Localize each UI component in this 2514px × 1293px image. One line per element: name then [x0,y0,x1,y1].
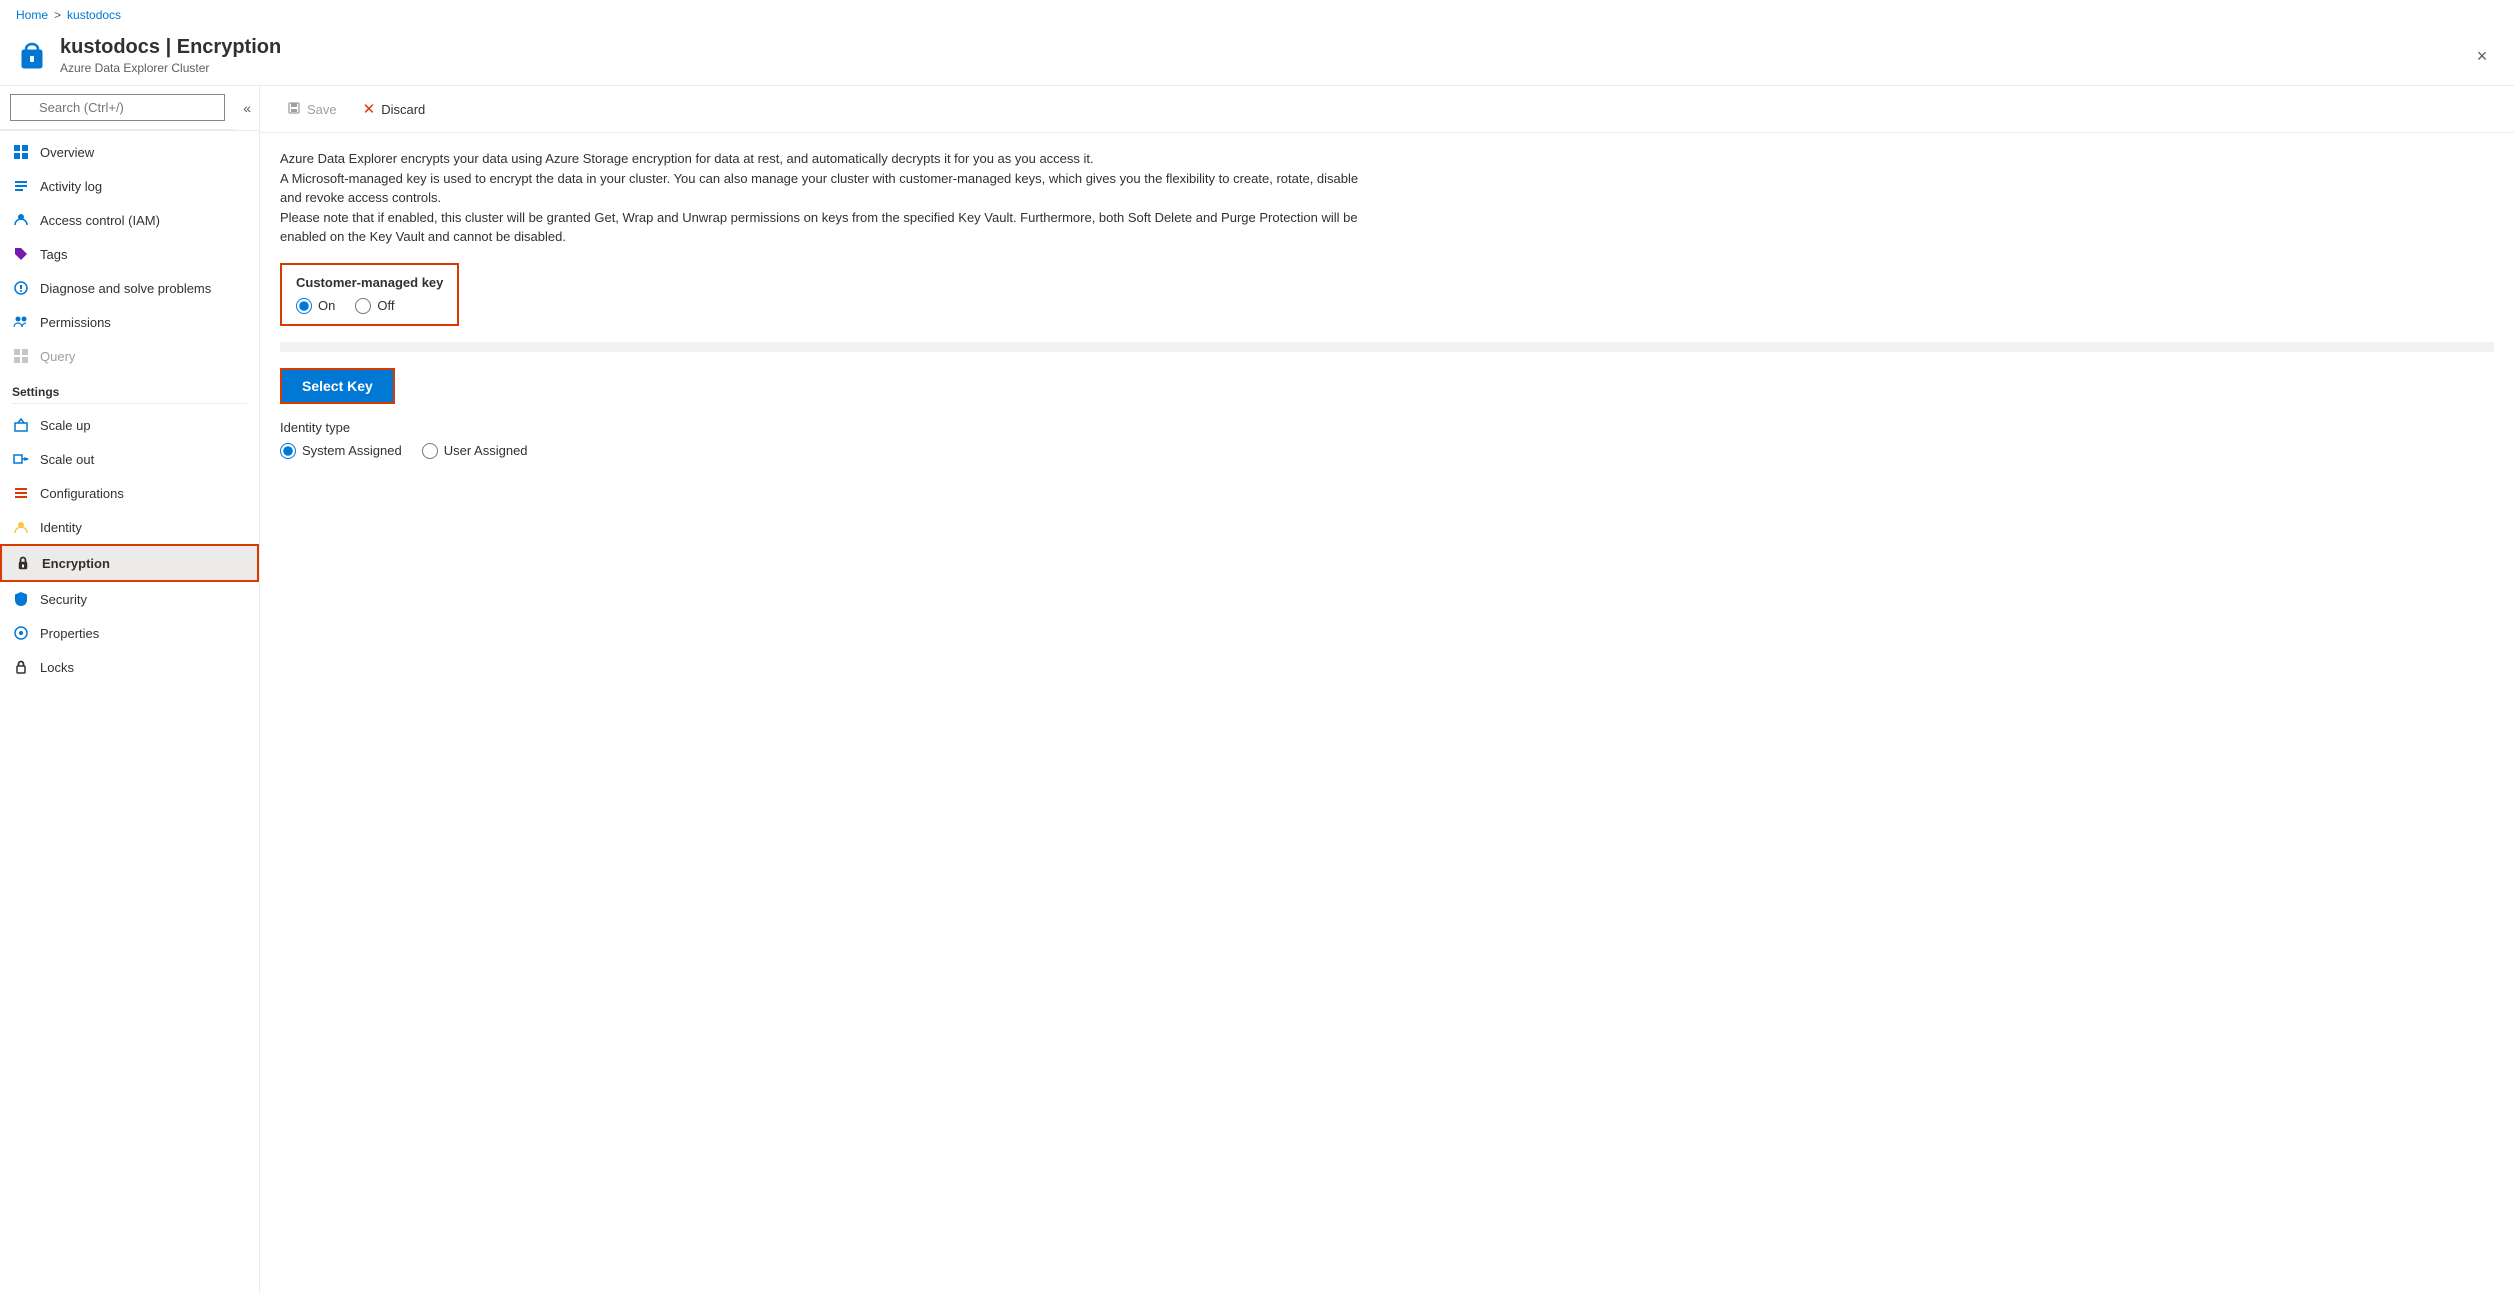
discard-button[interactable]: ✕ Discard [352,94,437,124]
scale-out-icon [12,450,30,468]
settings-section-label: Settings [0,373,259,403]
sidebar-item-locks[interactable]: Locks [0,650,259,684]
sidebar-item-overview[interactable]: Overview [0,135,259,169]
separator [280,342,2494,352]
select-key-button[interactable]: Select Key [280,368,395,404]
locks-icon [12,658,30,676]
sidebar-item-query-label: Query [40,349,75,364]
collapse-sidebar-button[interactable]: « [235,96,259,120]
save-button[interactable]: Save [276,95,348,124]
main-layout: 🔍 « Overview Activity log [0,86,2514,1293]
sidebar-item-configurations-label: Configurations [40,486,124,501]
sidebar-item-access-control[interactable]: Access control (IAM) [0,203,259,237]
access-control-icon [12,211,30,229]
sidebar-item-identity-label: Identity [40,520,82,535]
sidebar-item-permissions[interactable]: Permissions [0,305,259,339]
breadcrumb-home[interactable]: Home [16,8,48,22]
user-assigned-label: User Assigned [444,443,528,458]
page-title: kustodocs | Encryption [60,36,281,59]
sidebar-item-scale-out[interactable]: Scale out [0,442,259,476]
sidebar-item-identity[interactable]: Identity [0,510,259,544]
cmk-off-radio[interactable] [355,298,371,314]
sidebar-item-scale-up-label: Scale up [40,418,91,433]
security-icon [12,590,30,608]
page-subtitle: Azure Data Explorer Cluster [60,61,281,75]
configurations-icon [12,484,30,502]
search-input[interactable] [10,94,225,121]
close-button[interactable]: × [2466,40,2498,72]
scale-up-icon [12,416,30,434]
content-body: Azure Data Explorer encrypts your data u… [260,133,2514,1293]
sidebar-item-tags-label: Tags [40,247,67,262]
toolbar: Save ✕ Discard [260,86,2514,133]
activity-log-icon [12,177,30,195]
sidebar-item-properties[interactable]: Properties [0,616,259,650]
customer-managed-key-label: Customer-managed key [296,275,443,290]
resource-icon [16,40,48,75]
customer-managed-key-radio-group: On Off [296,298,443,314]
sidebar-item-security-label: Security [40,592,87,607]
sidebar-item-query: Query [0,339,259,373]
sidebar-item-diagnose[interactable]: Diagnose and solve problems [0,271,259,305]
sidebar-item-configurations[interactable]: Configurations [0,476,259,510]
properties-icon [12,624,30,642]
permissions-icon [12,313,30,331]
query-icon [12,347,30,365]
system-assigned-radio[interactable] [280,443,296,459]
breadcrumb-current[interactable]: kustodocs [67,8,121,22]
sidebar-item-activity-log[interactable]: Activity log [0,169,259,203]
cmk-on-radio[interactable] [296,298,312,314]
user-assigned-option[interactable]: User Assigned [422,443,528,459]
description-line3: Please note that if enabled, this cluste… [280,208,1380,247]
cmk-on-option[interactable]: On [296,298,335,314]
sidebar-item-activity-log-label: Activity log [40,179,102,194]
identity-type-radio-group: System Assigned User Assigned [280,443,2494,459]
cmk-off-label: Off [377,298,394,313]
content-area: Save ✕ Discard Azure Data Explorer encry… [260,86,2514,1293]
system-assigned-label: System Assigned [302,443,402,458]
sidebar-item-overview-label: Overview [40,145,94,160]
sidebar-item-scale-up[interactable]: Scale up [0,408,259,442]
sidebar-item-access-control-label: Access control (IAM) [40,213,160,228]
breadcrumb: Home > kustodocs [0,0,2514,30]
sidebar-item-properties-label: Properties [40,626,99,641]
description-line1: Azure Data Explorer encrypts your data u… [280,149,1380,169]
save-icon [287,101,301,118]
sidebar: 🔍 « Overview Activity log [0,86,260,1293]
save-label: Save [307,102,337,117]
tags-icon [12,245,30,263]
discard-label: Discard [381,102,425,117]
header-text: kustodocs | Encryption Azure Data Explor… [60,36,281,75]
sidebar-item-locks-label: Locks [40,660,74,675]
overview-icon [12,143,30,161]
identity-type-label: Identity type [280,420,2494,435]
sidebar-item-permissions-label: Permissions [40,315,111,330]
sidebar-nav: Overview Activity log Access control (IA… [0,131,259,1293]
breadcrumb-separator: > [54,8,61,22]
sidebar-item-encryption-label: Encryption [42,556,110,571]
sidebar-item-encryption[interactable]: Encryption [0,544,259,582]
diagnose-icon [12,279,30,297]
search-box: 🔍 [0,86,235,130]
system-assigned-option[interactable]: System Assigned [280,443,402,459]
sidebar-item-diagnose-label: Diagnose and solve problems [40,281,211,296]
sidebar-item-tags[interactable]: Tags [0,237,259,271]
sidebar-item-scale-out-label: Scale out [40,452,94,467]
description-line2: A Microsoft-managed key is used to encry… [280,169,1380,208]
page-header: kustodocs | Encryption Azure Data Explor… [0,30,2514,86]
identity-icon [12,518,30,536]
user-assigned-radio[interactable] [422,443,438,459]
description: Azure Data Explorer encrypts your data u… [280,149,1380,247]
cmk-off-option[interactable]: Off [355,298,394,314]
encryption-icon [14,554,32,572]
sidebar-item-security[interactable]: Security [0,582,259,616]
cmk-on-label: On [318,298,335,313]
customer-managed-key-box: Customer-managed key On Off [280,263,459,326]
discard-icon: ✕ [363,100,376,118]
